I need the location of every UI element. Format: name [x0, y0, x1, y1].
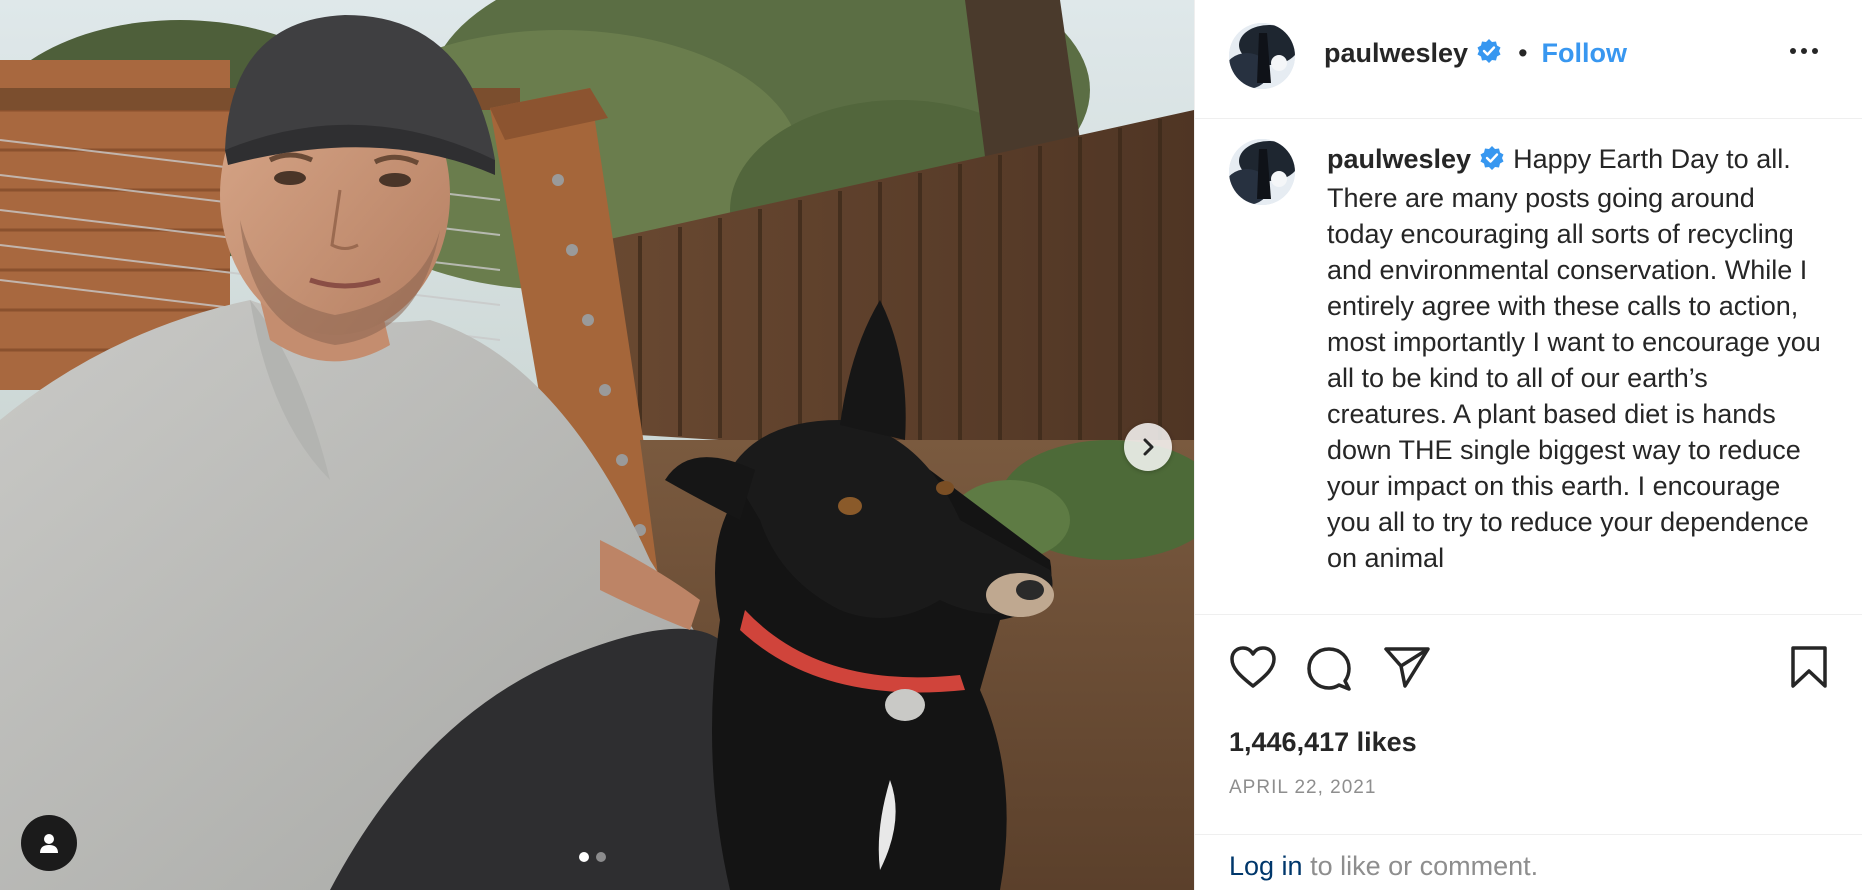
avatar[interactable] [1229, 23, 1295, 89]
caption-avatar[interactable] [1229, 139, 1295, 205]
carousel-dot [596, 852, 606, 862]
carousel-dot-active [579, 852, 589, 862]
post-photo[interactable] [0, 0, 1194, 890]
likes-count[interactable]: 1,446,417 likes [1229, 727, 1417, 758]
caption-body: Happy Earth Day to all. There are many p… [1327, 144, 1821, 573]
follow-button[interactable]: Follow [1542, 38, 1627, 69]
post-side-panel: paulwesley • Follow paulwesley Happy Ear… [1194, 0, 1862, 890]
username-link[interactable]: paulwesley [1324, 38, 1468, 69]
user-icon [40, 834, 58, 853]
next-slide-button[interactable] [1124, 423, 1172, 471]
carousel-indicator [579, 852, 606, 862]
caption-username-link[interactable]: paulwesley [1327, 144, 1471, 174]
like-button[interactable] [1229, 645, 1277, 694]
profile-picture [1229, 23, 1295, 89]
paper-plane-icon [1384, 647, 1430, 688]
comment-button[interactable] [1305, 645, 1353, 696]
comment-icon [1307, 647, 1351, 691]
login-link[interactable]: Log in [1229, 851, 1303, 881]
separator-dot: • [1518, 38, 1528, 68]
caption-section: paulwesley Happy Earth Day to all. There… [1195, 119, 1862, 613]
post-date[interactable]: APRIL 22, 2021 [1229, 777, 1376, 799]
verified-badge-icon [1476, 38, 1502, 69]
heart-icon [1230, 646, 1276, 688]
tagged-users-button[interactable] [21, 815, 77, 871]
selfie-with-dog-image [0, 0, 1194, 890]
chevron-right-icon [1143, 438, 1154, 456]
bookmark-icon [1791, 646, 1827, 688]
login-prompt: Log in to like or comment. [1195, 834, 1862, 891]
more-options-button[interactable] [1790, 48, 1818, 54]
instagram-post: paulwesley • Follow paulwesley Happy Ear… [0, 0, 1862, 890]
post-header: paulwesley • Follow [1195, 0, 1862, 119]
login-prompt-suffix: to like or comment. [1302, 851, 1539, 881]
login-prompt-text: Log in to like or comment. [1229, 851, 1538, 882]
header-user-info: paulwesley • Follow [1324, 38, 1627, 69]
save-button[interactable] [1789, 645, 1829, 694]
profile-picture [1229, 139, 1295, 205]
share-button[interactable] [1383, 645, 1431, 694]
verified-badge-icon [1479, 144, 1505, 180]
more-options-icon [1790, 48, 1818, 54]
post-actions: 1,446,417 likes APRIL 22, 2021 [1195, 614, 1862, 835]
post-caption: paulwesley Happy Earth Day to all. There… [1327, 141, 1827, 576]
